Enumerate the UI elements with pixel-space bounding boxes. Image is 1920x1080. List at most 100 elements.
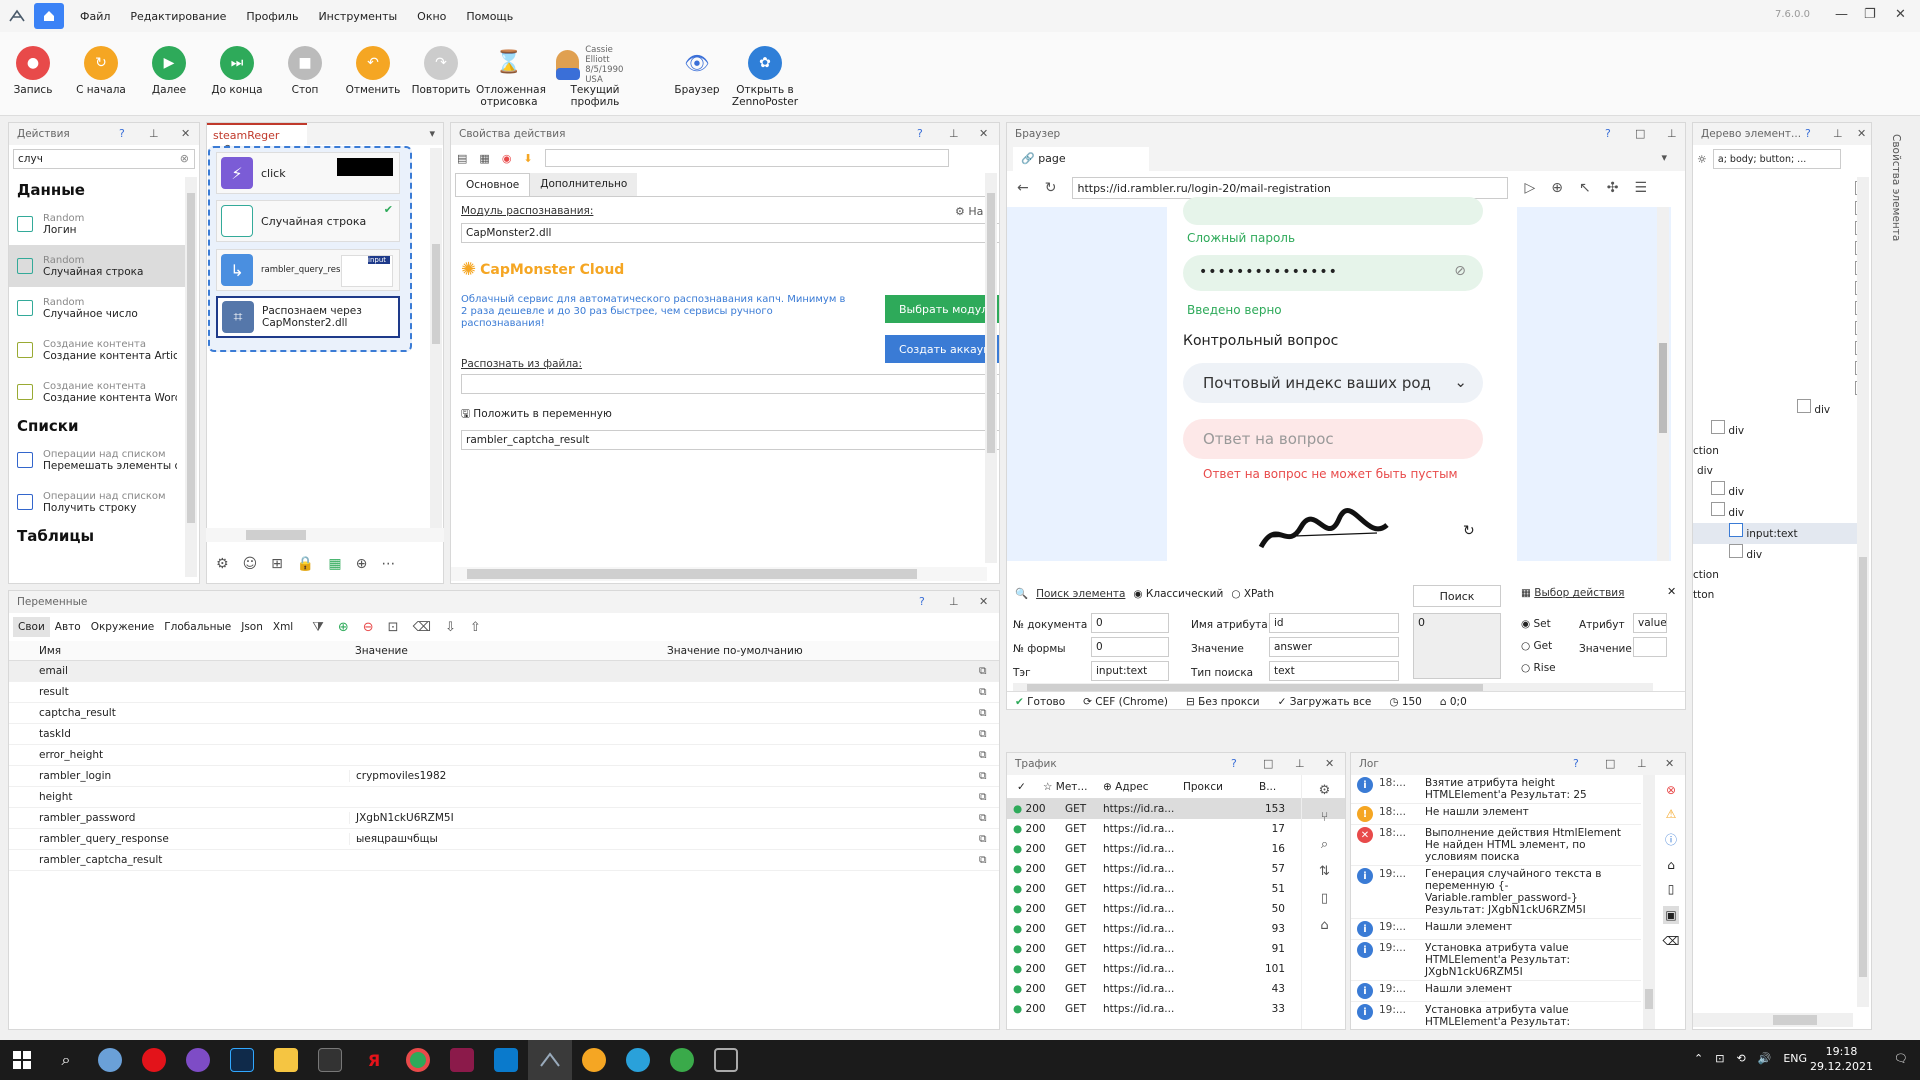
status-proxy[interactable]: ⊟ Без прокси [1186,696,1260,708]
add-icon[interactable]: ⊕ [338,620,349,635]
tree-node-selected[interactable]: input:text [1693,523,1863,544]
settings-icon[interactable]: ⚙ [216,556,229,572]
tree-hscroll[interactable] [1693,1013,1853,1027]
log-vscroll[interactable] [1643,775,1655,1029]
language-indicator[interactable]: ENG [1783,1052,1807,1065]
col-name[interactable]: Имя [9,645,349,657]
eraser-icon[interactable]: ⌫ [413,620,431,635]
action-pick-link[interactable]: Выбор действия [1534,587,1624,599]
create-account-button[interactable]: Создать аккаунт [885,335,999,363]
variable-row[interactable]: rambler_captcha_result ⧉ [9,850,999,871]
notifications-icon[interactable]: 🗨 [1894,1052,1908,1065]
tag-icon[interactable]: ⌂ [1320,918,1328,933]
variable-row[interactable]: result ⧉ [9,682,999,703]
app-icon[interactable] [704,1040,748,1080]
help-icon[interactable]: ? [1805,127,1811,140]
variable-row[interactable]: email ⧉ [9,661,999,682]
menu-help[interactable]: Помощь [456,10,523,23]
traffic-row[interactable]: ● 200 GET https://id.ra... 50 [1007,899,1345,919]
help-settings-icon[interactable]: ⚙ На [955,205,983,218]
tray-app-icon[interactable]: ⊡ [1715,1052,1724,1065]
log-row[interactable]: ✕ 18:... Выполнение действия HtmlElement Н… [1351,825,1641,866]
sun-icon[interactable]: ☼ [1697,153,1707,166]
sort-icon[interactable]: ⇅ [1319,864,1330,879]
home-button[interactable] [34,3,64,29]
tab-json[interactable]: Json [236,617,268,637]
node-query-response[interactable]: ↳ rambler_query_response input [216,249,400,291]
help-icon[interactable]: ? [1231,757,1237,770]
eraser-icon[interactable]: ⌫ [1663,934,1680,948]
search-icon[interactable]: ⌕ [1321,837,1328,852]
pin-icon[interactable]: ⊥ [949,127,959,140]
tab-own[interactable]: Свои [13,617,50,637]
copy-icon[interactable]: ⧉ [973,749,989,762]
properties-vscroll[interactable] [985,173,997,563]
redo-button[interactable]: ↷ Повторить [408,46,474,96]
move-up-icon[interactable]: ⇧ [470,620,481,635]
copy-icon[interactable]: ⧉ [973,770,989,783]
lock-icon[interactable]: 🔒 [297,556,314,572]
undo-button[interactable]: ↶ Отменить [340,46,406,96]
close-icon[interactable]: ✕ [979,595,988,608]
project-vscroll[interactable] [430,148,442,528]
value-input[interactable] [1269,637,1399,657]
col-address[interactable]: ⊕ Адрес [1103,781,1183,793]
log-row[interactable]: i 19:... Нашли элемент [1351,981,1641,1002]
log-row[interactable]: ! 18:... Не нашли элемент [1351,804,1641,825]
node-capmonster[interactable]: ⌗ Распознаем через CapMonster2.dll [216,296,400,338]
variable-value[interactable]: crypmoviles1982 [349,770,661,782]
status-load[interactable]: ✓ Загружать все [1278,696,1372,708]
tab-basic[interactable]: Основное [455,173,531,196]
tree-node[interactable]: div [1693,502,1863,523]
filter-icon[interactable]: ⧩ [312,620,324,635]
variable-row[interactable]: taskId ⧉ [9,724,999,745]
puzzle-icon[interactable]: ✣ [1607,180,1619,196]
stop-button[interactable]: ■ Стоп [272,46,338,96]
close-icon[interactable]: ✕ [979,127,988,140]
app-icon[interactable] [88,1040,132,1080]
action-random-login[interactable]: Random Логин [9,203,185,245]
copy-icon[interactable]: ⧉ [973,686,989,699]
maximize-icon[interactable]: □ [1263,757,1273,770]
tree-node[interactable]: ction [1693,441,1863,461]
tab-page[interactable]: 🔗 page [1013,147,1149,171]
password-field[interactable]: ••••••••••••••• ⊘ [1183,255,1483,291]
app-icon[interactable] [660,1040,704,1080]
windows-start-icon[interactable] [0,1040,44,1080]
download-icon[interactable]: ⬇ [523,152,532,165]
search-type-select[interactable] [1269,661,1399,681]
log-row[interactable]: i 19:... Установка атрибута value HTMLElem… [1351,940,1641,981]
menu-file[interactable]: Файл [70,10,120,23]
tree-selector-input[interactable] [1712,149,1841,169]
pin-icon[interactable]: ⊥ [1667,127,1677,140]
table-icon[interactable]: ▦ [328,556,341,572]
chrome-icon[interactable] [396,1040,440,1080]
tree-node[interactable]: div [1693,481,1863,502]
app-icon[interactable] [572,1040,616,1080]
maximize-icon[interactable]: □ [1635,127,1645,140]
action-content-article[interactable]: Создание контента Создание контента Artic… [9,329,185,371]
action-random-string[interactable]: Random Случайная строка [9,245,185,287]
folder-icon[interactable] [264,1040,308,1080]
radio-set[interactable]: ◉ Set [1521,613,1556,635]
doc-list-icon[interactable]: ▦ [479,152,489,165]
tree-node[interactable]: div [1693,544,1863,565]
image-icon[interactable]: ▣ [1663,906,1679,924]
restart-button[interactable]: ↻ С начала [68,46,134,96]
col-method[interactable]: ☆ Мет... [1043,781,1103,793]
tray-chevron-icon[interactable]: ⌃ [1694,1052,1703,1065]
refresh-captcha-icon[interactable]: ↻ [1463,523,1475,539]
tab-advanced[interactable]: Дополнительно [530,173,638,196]
action-random-number[interactable]: Random Случайное число [9,287,185,329]
tab-auto[interactable]: Авто [50,617,86,637]
tree-node[interactable]: tton [1693,585,1863,605]
variable-row[interactable]: rambler_password JXgbN1ckU6RZM5I ⧉ [9,808,999,829]
volume-icon[interactable]: 🔊 [1758,1052,1772,1065]
add-icon[interactable]: ⊕ [1551,180,1563,196]
error-filter-icon[interactable]: ⊗ [1666,783,1676,797]
cursor-icon[interactable]: ↖ [1579,180,1591,196]
variable-row[interactable]: rambler_query_response ыеяцрашчбщы ⧉ [9,829,999,850]
help-icon[interactable]: ? [1605,127,1611,140]
telegram-icon[interactable] [616,1040,660,1080]
branch-icon[interactable]: ⑂ [1321,810,1329,825]
